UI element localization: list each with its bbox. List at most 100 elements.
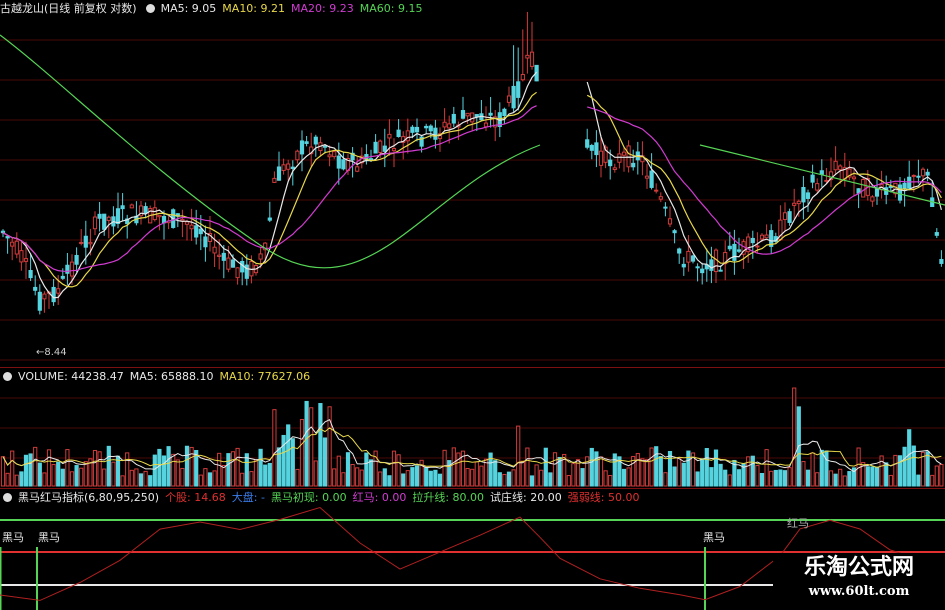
volume-bar xyxy=(65,449,70,487)
volume-bar xyxy=(819,449,824,487)
candle-body xyxy=(686,250,691,263)
candle-body xyxy=(782,212,788,220)
candle-body xyxy=(378,140,383,154)
ma60-label: MA60: 9.15 xyxy=(359,2,423,15)
volume-bar xyxy=(539,469,544,487)
volume-bar xyxy=(299,418,305,487)
candle-body xyxy=(322,145,328,148)
volume-bar xyxy=(157,448,162,487)
volume-bar xyxy=(727,474,732,487)
candle-body xyxy=(336,155,341,169)
volume-bar xyxy=(33,446,38,487)
candle-body xyxy=(511,85,516,109)
volume-bar xyxy=(916,474,921,487)
volume-bar xyxy=(874,466,880,487)
candle-body xyxy=(157,214,162,218)
volume-bar xyxy=(603,470,608,487)
volume-bar xyxy=(589,447,594,487)
volume-legend: VOLUME: 44238.47 MA5: 65888.10 MA10: 77627… xyxy=(0,369,316,384)
candle-body xyxy=(83,235,88,248)
volume-bar xyxy=(295,468,300,487)
volume-bar xyxy=(125,452,130,487)
candle-body xyxy=(373,141,378,154)
volume-bar xyxy=(571,463,576,487)
volume-bar xyxy=(134,468,139,487)
watermark-url: www.60lt.com xyxy=(808,584,910,599)
volume-bar xyxy=(318,403,323,487)
watermark-title: 乐淘公式网 xyxy=(803,555,914,580)
candle-body xyxy=(19,250,24,263)
volume-bar xyxy=(258,448,263,487)
volume-bar xyxy=(350,463,355,487)
volume-bar xyxy=(184,445,190,487)
volume-bar xyxy=(428,470,433,487)
low-price-marker: ←8.44 xyxy=(36,347,67,358)
volume-bar xyxy=(79,467,84,487)
candle-body xyxy=(681,263,686,268)
volume-bars[interactable] xyxy=(0,368,945,488)
candle-body xyxy=(10,241,15,247)
candle-body xyxy=(143,206,148,214)
candlestick-chart[interactable] xyxy=(0,0,945,366)
candle-body xyxy=(626,145,631,168)
volume-bar xyxy=(309,407,314,487)
site-watermark: 乐淘公式网 www.60lt.com xyxy=(773,553,945,609)
candle-body xyxy=(916,175,921,178)
volume-bar xyxy=(479,465,484,487)
candle-body xyxy=(451,113,456,124)
volume-bar xyxy=(410,467,415,487)
volume-bar xyxy=(529,475,535,487)
volume-bar xyxy=(506,471,512,487)
volume-bar xyxy=(221,464,226,487)
ma10-label: MA10: 9.21 xyxy=(222,2,286,15)
candle-body xyxy=(709,259,714,271)
candle-body xyxy=(925,171,930,176)
volume-bar xyxy=(672,466,677,487)
candle-body xyxy=(506,95,512,103)
settings-dot-icon[interactable] xyxy=(145,4,155,13)
candle-body xyxy=(861,179,866,198)
volume-bar xyxy=(442,449,447,487)
candle-body xyxy=(396,129,401,138)
candle-body xyxy=(102,213,107,230)
candle-body xyxy=(736,249,742,252)
candle-body xyxy=(617,153,622,163)
indicator-item-red-horse: 红马: 0.00 xyxy=(352,491,407,504)
candle-body xyxy=(621,151,627,156)
volume-bar xyxy=(69,471,75,487)
volume-bar xyxy=(433,469,438,487)
volume-bar xyxy=(290,438,295,487)
candle-body xyxy=(88,241,93,245)
volume-bar xyxy=(658,456,663,487)
volume-bar xyxy=(511,469,516,487)
volume-bar xyxy=(644,459,650,487)
volume-bar xyxy=(175,459,180,487)
volume-bar xyxy=(465,468,470,487)
volume-bar xyxy=(534,464,539,487)
volume-bar xyxy=(718,463,723,487)
ma5-line xyxy=(2,71,942,299)
candle-body xyxy=(332,151,337,158)
volume-bar xyxy=(681,462,686,487)
candle-body xyxy=(516,81,521,98)
candle-body xyxy=(672,230,677,234)
volume-bar xyxy=(548,472,553,487)
candle-body xyxy=(755,245,760,248)
candle-body xyxy=(120,205,125,210)
volume-chart-panel[interactable]: VOLUME: 44238.47 MA5: 65888.10 MA10: 77627… xyxy=(0,367,945,488)
black-horse-signal-3: 黑马 xyxy=(703,531,725,544)
volume-bar xyxy=(437,473,443,487)
volume-bar xyxy=(180,467,185,487)
candle-body xyxy=(235,267,240,279)
price-chart-panel[interactable]: 古越龙山(日线 前复权 对数) MA5: 9.05 MA10: 9.21 MA20: … xyxy=(0,0,945,366)
settings-dot-icon[interactable] xyxy=(3,372,12,381)
volume-bar xyxy=(106,445,111,487)
volume-bar xyxy=(805,469,811,487)
volume-bar xyxy=(704,448,709,487)
volume-bar xyxy=(893,454,898,487)
volume-bar xyxy=(336,455,341,487)
candle-body xyxy=(598,150,604,166)
volume-bar xyxy=(359,469,364,487)
settings-dot-icon[interactable] xyxy=(3,493,12,502)
candle-body xyxy=(74,254,79,265)
